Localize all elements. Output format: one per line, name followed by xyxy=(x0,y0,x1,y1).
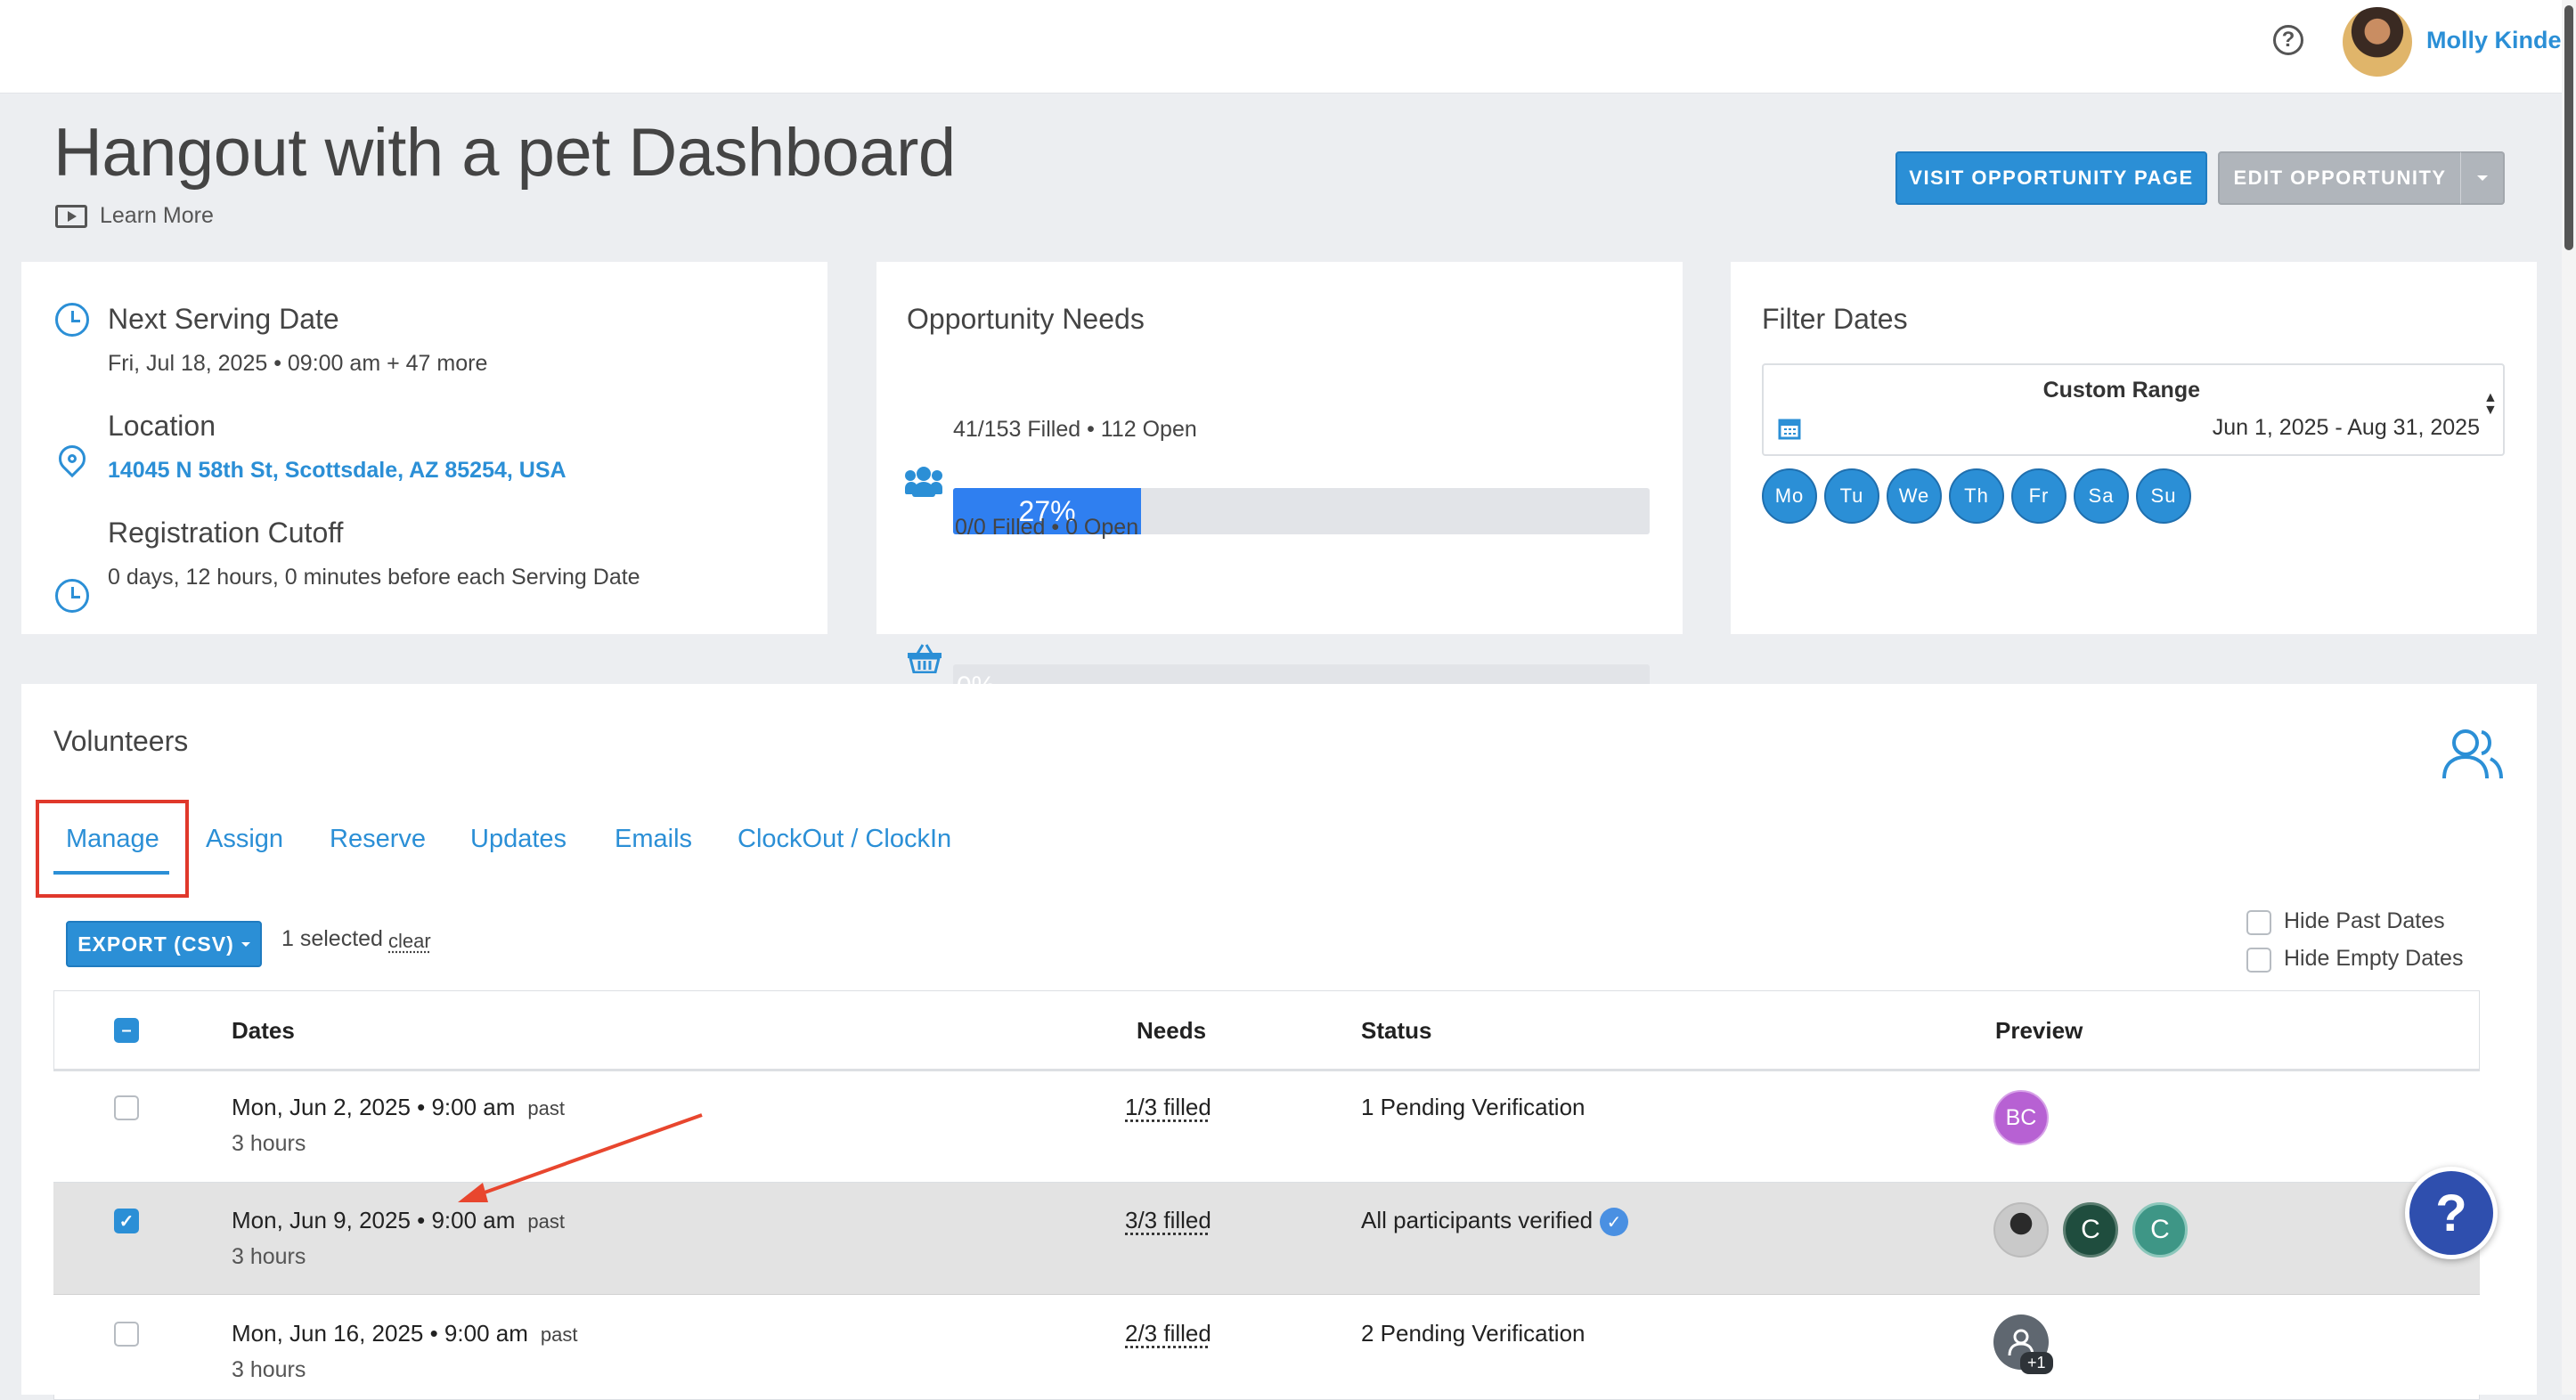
hide-past-dates-checkbox[interactable] xyxy=(2246,910,2271,935)
avatar[interactable]: C xyxy=(2063,1202,2118,1258)
help-icon[interactable]: ? xyxy=(2273,25,2303,55)
annotation-highlight-box xyxy=(36,800,189,898)
tab-clockout-clockin[interactable]: ClockOut / ClockIn xyxy=(738,825,951,854)
row-checkbox[interactable] xyxy=(114,1322,139,1347)
item-needs-caption: 0/0 Filled • 0 Open xyxy=(955,515,1138,541)
range-value: Jun 1, 2025 - Aug 31, 2025 xyxy=(2213,415,2480,441)
day-toggle-su[interactable]: Su xyxy=(2136,468,2191,524)
range-label: Custom Range xyxy=(2043,378,2200,403)
row-checkbox[interactable]: ✓ xyxy=(114,1209,139,1233)
export-csv-label: EXPORT (CSV) xyxy=(77,932,234,956)
hide-empty-dates-label: Hide Empty Dates xyxy=(2284,946,2463,972)
edit-opportunity-dropdown[interactable] xyxy=(2460,151,2505,205)
day-toggle-fr[interactable]: Fr xyxy=(2011,468,2067,524)
registration-cutoff-value: 0 days, 12 hours, 0 minutes before each … xyxy=(108,565,640,590)
users-icon[interactable] xyxy=(2439,725,2505,786)
row-date: Mon, Jun 16, 2025 • 9:00 am past xyxy=(232,1320,577,1347)
help-widget-label: ? xyxy=(2435,1184,2466,1243)
row-needs-link[interactable]: 3/3 filled xyxy=(1125,1207,1211,1234)
avatar[interactable]: C xyxy=(2132,1202,2188,1258)
caret-down-icon xyxy=(241,942,250,947)
row-needs-link[interactable]: 1/3 filled xyxy=(1125,1094,1211,1121)
people-icon xyxy=(905,467,942,497)
day-toggle-sa[interactable]: Sa xyxy=(2074,468,2129,524)
avatar[interactable] xyxy=(1993,1202,2049,1258)
tab-assign[interactable]: Assign xyxy=(206,825,283,854)
row-date-text: Mon, Jun 16, 2025 • 9:00 am xyxy=(232,1320,528,1347)
more-volunteers-badge: +1 xyxy=(2020,1352,2053,1374)
day-toggle-we[interactable]: We xyxy=(1887,468,1942,524)
day-toggle-th[interactable]: Th xyxy=(1949,468,2004,524)
learn-more-link[interactable]: Learn More xyxy=(55,203,214,229)
user-name-link[interactable]: Molly Kinder xyxy=(2426,27,2571,54)
user-avatar[interactable] xyxy=(2343,7,2412,77)
column-header-needs[interactable]: Needs xyxy=(1137,1017,1206,1045)
row-status: All participants verified xyxy=(1361,1207,1593,1234)
top-bar xyxy=(0,0,2576,94)
verified-check-icon: ✓ xyxy=(1600,1208,1628,1236)
volunteer-needs-caption: 41/153 Filled • 112 Open xyxy=(953,417,1197,443)
sort-arrows-icon: ▲ ▼ xyxy=(2483,392,2498,417)
row-checkbox[interactable] xyxy=(114,1095,139,1120)
location-address-link[interactable]: 14045 N 58th St, Scottsdale, AZ 85254, U… xyxy=(108,458,567,484)
day-toggle-tu[interactable]: Tu xyxy=(1824,468,1879,524)
day-toggle-mo[interactable]: Mo xyxy=(1762,468,1817,524)
selection-count: 1 selected xyxy=(281,926,383,952)
learn-more-label: Learn More xyxy=(100,203,214,229)
past-tag: past xyxy=(527,1210,565,1233)
clear-selection-link[interactable]: clear xyxy=(388,930,431,953)
clock-icon xyxy=(55,303,89,337)
location-title: Location xyxy=(108,410,216,443)
select-all-checkbox[interactable]: – xyxy=(114,1018,139,1043)
scrollbar-thumb[interactable] xyxy=(2564,5,2573,250)
filter-dates-title: Filter Dates xyxy=(1762,303,1908,336)
row-duration: 3 hours xyxy=(232,1244,306,1270)
row-status: 2 Pending Verification xyxy=(1361,1320,1586,1347)
row-status: 1 Pending Verification xyxy=(1361,1094,1586,1121)
hide-past-dates-label: Hide Past Dates xyxy=(2284,908,2445,934)
avatar[interactable]: BC xyxy=(1993,1090,2049,1145)
tab-reserve[interactable]: Reserve xyxy=(330,825,426,854)
tab-emails[interactable]: Emails xyxy=(615,825,692,854)
registration-cutoff-title: Registration Cutoff xyxy=(108,517,343,549)
row-duration: 3 hours xyxy=(232,1131,306,1157)
help-widget-button[interactable]: ? xyxy=(2405,1167,2498,1259)
next-serving-date-title: Next Serving Date xyxy=(108,303,339,336)
caret-down-icon xyxy=(2477,175,2488,181)
clock-icon xyxy=(55,579,89,613)
column-header-dates[interactable]: Dates xyxy=(232,1017,295,1045)
opportunity-needs-title: Opportunity Needs xyxy=(907,303,1145,336)
hide-empty-dates-checkbox[interactable] xyxy=(2246,948,2271,973)
next-serving-date-value: Fri, Jul 18, 2025 • 09:00 am + 47 more xyxy=(108,351,487,377)
tab-updates[interactable]: Updates xyxy=(470,825,567,854)
video-icon xyxy=(55,205,87,228)
calendar-icon xyxy=(1778,417,1801,444)
row-duration: 3 hours xyxy=(232,1357,306,1383)
export-csv-button[interactable]: EXPORT (CSV) xyxy=(66,921,262,967)
volunteers-title: Volunteers xyxy=(53,725,188,758)
edit-opportunity-button[interactable]: EDIT OPPORTUNITY xyxy=(2218,151,2462,205)
past-tag: past xyxy=(541,1323,578,1346)
column-header-status[interactable]: Status xyxy=(1361,1017,1431,1045)
basket-icon xyxy=(907,643,942,673)
column-header-preview[interactable]: Preview xyxy=(1995,1017,2083,1045)
table-row[interactable] xyxy=(53,1071,2480,1183)
visit-opportunity-button[interactable]: VISIT OPPORTUNITY PAGE xyxy=(1895,151,2207,205)
row-needs-link[interactable]: 2/3 filled xyxy=(1125,1320,1211,1347)
annotation-arrow xyxy=(445,1104,713,1211)
page-title: Hangout with a pet Dashboard xyxy=(53,114,956,191)
